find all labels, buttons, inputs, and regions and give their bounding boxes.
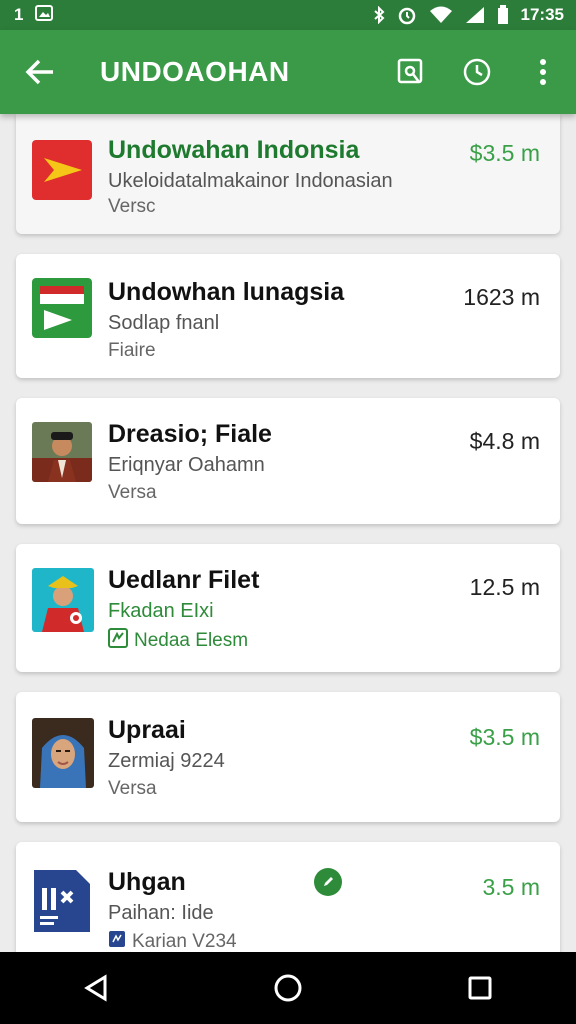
battery-icon	[497, 5, 509, 25]
list-item[interactable]: Undowahan Indonsia Ukeloidatalmakainor I…	[16, 114, 560, 234]
costume-portrait	[32, 568, 94, 632]
nav-home-button[interactable]	[248, 952, 328, 1024]
item-meta: Versc	[108, 196, 156, 217]
system-nav-bar	[0, 952, 576, 1024]
item-meta: Karian V234	[132, 931, 237, 952]
search-button[interactable]	[378, 30, 444, 114]
item-title: Uhgan	[108, 868, 186, 896]
item-price: 1623 m	[463, 284, 540, 310]
app-bar: UNDOAOHAN	[0, 30, 576, 114]
item-list[interactable]: Undowahan Indonsia Ukeloidatalmakainor I…	[0, 114, 576, 952]
item-price: 12.5 m	[469, 574, 540, 600]
item-meta-row: Karian V234	[108, 930, 237, 952]
item-price: 3.5 m	[482, 874, 540, 900]
more-options-button[interactable]	[510, 30, 576, 114]
red-arrow-logo	[32, 140, 92, 200]
nav-home-icon	[274, 974, 302, 1002]
list-item[interactable]: Upraai Zermiaj 9224 Versa $3.5 m	[16, 692, 560, 822]
status-bar: 1 17:35	[0, 0, 576, 30]
verified-icon	[108, 628, 128, 654]
item-title: Dreasio; Fiale	[108, 420, 272, 448]
blue-document-logo	[32, 868, 92, 934]
item-meta: Nedaa Elesm	[134, 630, 249, 651]
nav-back-icon	[84, 974, 107, 1002]
nav-back-button[interactable]	[56, 952, 136, 1024]
back-arrow-icon	[25, 59, 53, 85]
wifi-icon	[429, 6, 453, 24]
search-icon	[397, 58, 423, 84]
item-subtitle: Fkadan EIxi	[108, 600, 214, 622]
page-title: UNDOAOHAN	[100, 56, 290, 87]
item-subtitle: Eriqnyar Oahamn	[108, 454, 265, 476]
history-button[interactable]	[444, 30, 510, 114]
man-portrait	[32, 422, 92, 482]
back-button[interactable]	[0, 30, 80, 114]
nav-recents-icon	[468, 976, 492, 1000]
nav-recents-button[interactable]	[440, 952, 520, 1024]
more-vert-icon	[540, 59, 546, 85]
image-icon	[35, 4, 54, 26]
item-subtitle: Zermiaj 9224	[108, 750, 225, 772]
clock-icon	[463, 58, 491, 86]
item-subtitle: Paihan: Iide	[108, 902, 214, 924]
item-price: $4.8 m	[469, 428, 540, 454]
list-item[interactable]: Uedlanr Filet Fkadan EIxi Nedaa Elesm 12…	[16, 544, 560, 672]
status-left-text: 1	[14, 5, 24, 24]
item-subtitle: Ukeloidatalmakainor Indonasian	[108, 170, 393, 192]
bluetooth-icon	[373, 6, 385, 24]
item-meta: Fiaire	[108, 340, 156, 361]
item-price: $3.5 m	[469, 724, 540, 750]
status-badge	[314, 868, 342, 896]
signal-icon	[465, 6, 485, 24]
green-flag-logo	[32, 278, 92, 338]
woman-hijab-portrait	[32, 718, 94, 788]
item-title: Uedlanr Filet	[108, 566, 260, 594]
item-title: Undowahan Indonsia	[108, 136, 360, 164]
item-title: Upraai	[108, 716, 186, 744]
item-meta: Versa	[108, 778, 157, 799]
list-item[interactable]: Uhgan Paihan: Iide Karian V234 3.5 m	[16, 842, 560, 952]
list-item[interactable]: Dreasio; Fiale Eriqnyar Oahamn Versa $4.…	[16, 398, 560, 524]
status-time: 17:35	[520, 5, 564, 24]
item-subtitle: Sodlap fnanl	[108, 312, 220, 334]
alarm-icon	[397, 5, 417, 25]
edit-icon	[324, 877, 333, 886]
item-meta-row: Nedaa Elesm	[108, 628, 248, 654]
item-title: Undowhan lunagsia	[108, 278, 345, 306]
document-icon	[108, 930, 126, 952]
item-meta: Versa	[108, 482, 157, 503]
list-item[interactable]: Undowhan lunagsia Sodlap fnanl Fiaire 16…	[16, 254, 560, 378]
item-price: $3.5 m	[469, 140, 540, 166]
